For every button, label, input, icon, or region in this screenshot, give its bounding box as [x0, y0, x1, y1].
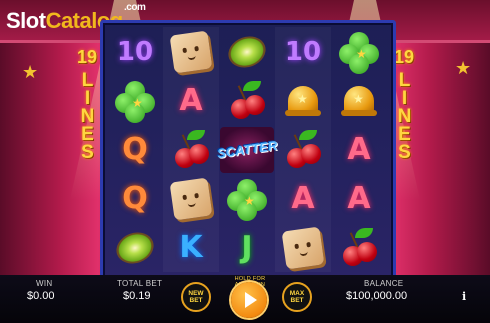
cherry-symbol-icon	[171, 129, 211, 170]
balance-label: BALANCE	[364, 279, 404, 288]
reel-cell	[163, 27, 219, 76]
clover-symbol-icon: ★	[115, 80, 155, 123]
reel-cell: A	[275, 174, 331, 223]
reel-cell: J	[219, 223, 275, 272]
symbol-ten: 10	[116, 36, 154, 67]
logo-text-left: Slot	[6, 8, 46, 33]
lines-count: 19	[76, 47, 98, 67]
reel-cell: SCATTER	[216, 125, 278, 174]
reel-cell	[275, 125, 331, 174]
reel-cell: Q	[107, 125, 163, 174]
dice-symbol-icon	[169, 30, 213, 73]
reel-cell	[107, 223, 163, 272]
win-value: $0.00	[27, 290, 55, 302]
symbol-ten: 10	[284, 36, 322, 67]
star-decoration-icon: ★	[22, 62, 39, 82]
balance-value: $100,000.00	[346, 290, 408, 302]
logo-suffix: .com	[124, 2, 146, 13]
reel-cell: A	[163, 76, 219, 125]
scatter-text: SCATTER	[216, 137, 278, 162]
symbol-q: Q	[122, 132, 148, 167]
symbol-k: K	[179, 230, 203, 265]
symbol-a: A	[347, 132, 371, 167]
lines-count: 19	[393, 47, 415, 67]
lines-word: LINES	[394, 70, 415, 160]
lines-indicator-right: 19 LINES	[393, 48, 415, 248]
reel-cell: K	[163, 223, 219, 272]
reel-cell	[163, 125, 219, 174]
kiwi-symbol-icon	[224, 30, 270, 73]
lines-word: LINES	[77, 70, 98, 160]
dice-symbol-icon	[281, 226, 325, 269]
star-decoration-icon: ★	[455, 58, 472, 78]
reel-cell: 10	[107, 27, 163, 76]
dice-symbol-icon	[169, 177, 213, 220]
reel-cell: ★	[107, 76, 163, 125]
bell-symbol-icon: ★	[341, 82, 377, 120]
total-bet-label: TOTAL BET	[117, 279, 163, 288]
reel-cell: Q	[107, 174, 163, 223]
reel-cell: ★	[275, 76, 331, 125]
new-bet-button[interactable]: NEW BET	[181, 282, 211, 312]
symbol-a: A	[347, 181, 371, 216]
reel-grid: 10 10 ★ ★ A ★ ★ Q SCATTER A Q ★ A A K J	[107, 27, 387, 272]
win-label: WIN	[36, 279, 53, 288]
lines-indicator-left: 19 LINES	[76, 48, 98, 248]
info-icon[interactable]: i	[462, 290, 466, 303]
reel-cell	[219, 76, 275, 125]
reel-frame: 10 10 ★ ★ A ★ ★ Q SCATTER A Q ★ A A K J	[100, 20, 396, 281]
reel-cell: ★	[219, 174, 275, 223]
clover-symbol-icon: ★	[339, 31, 379, 74]
spin-button[interactable]	[231, 282, 267, 318]
reel-cell	[275, 223, 331, 272]
cherry-symbol-icon	[227, 80, 267, 121]
bell-symbol-icon: ★	[285, 82, 321, 120]
reel-cell: 10	[275, 27, 331, 76]
reel-cell: ★	[331, 76, 387, 125]
symbol-q: Q	[122, 181, 148, 216]
symbol-a: A	[291, 181, 315, 216]
cherry-symbol-icon	[283, 129, 323, 170]
clover-symbol-icon: ★	[227, 178, 267, 221]
reel-cell: A	[331, 174, 387, 223]
max-bet-button[interactable]: MAX BET	[282, 282, 312, 312]
reel-cell	[219, 27, 275, 76]
symbol-a: A	[179, 83, 203, 118]
reel-cell	[331, 223, 387, 272]
scatter-symbol: SCATTER	[216, 126, 278, 173]
reel-cell: A	[331, 125, 387, 174]
reel-cell	[163, 174, 219, 223]
kiwi-symbol-icon	[112, 226, 158, 269]
play-triangle-icon	[245, 292, 257, 308]
reel-cell: ★	[331, 27, 387, 76]
cherry-symbol-icon	[339, 227, 379, 268]
symbol-j: J	[241, 230, 253, 265]
total-bet-value: $0.19	[123, 290, 151, 302]
